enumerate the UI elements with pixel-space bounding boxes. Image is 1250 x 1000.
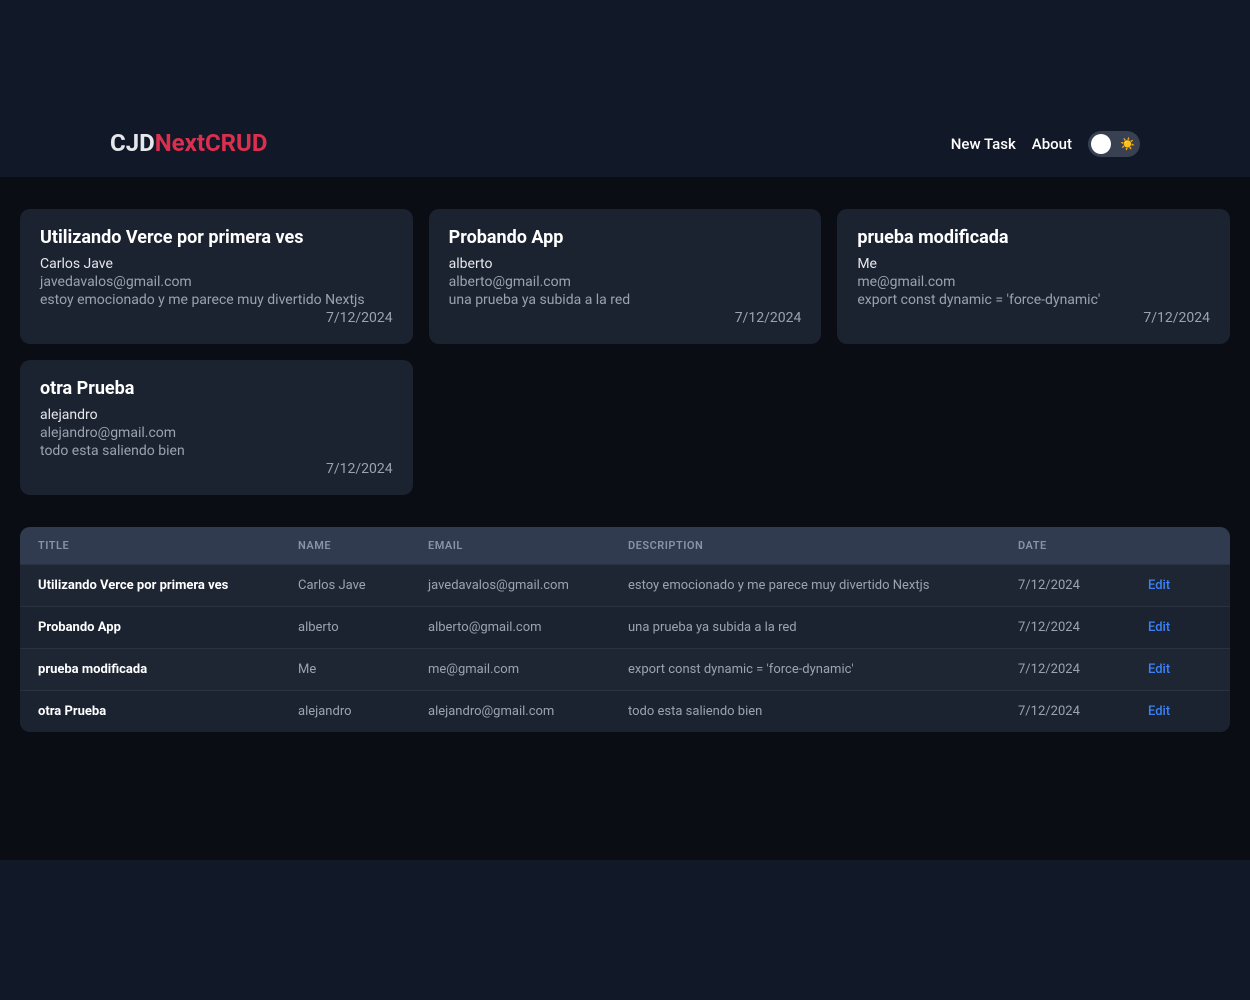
cell-email: javedavalos@gmail.com <box>428 578 628 593</box>
table-header: TITLE NAME EMAIL DESCRIPTION DATE <box>20 527 1230 564</box>
cell-date: 7/12/2024 <box>1018 662 1148 677</box>
card-date: 7/12/2024 <box>40 461 393 477</box>
sun-icon: ☀️ <box>1120 137 1135 151</box>
card-description: export const dynamic = 'force-dynamic' <box>857 292 1210 308</box>
logo-suffix: NextCRUD <box>155 129 268 157</box>
header: CJDNextCRUD New Task About ☀️ <box>0 0 1250 177</box>
cell-description: una prueba ya subida a la red <box>628 620 1018 635</box>
header-title: TITLE <box>38 539 298 552</box>
edit-link[interactable]: Edit <box>1148 704 1218 719</box>
card-email: alejandro@gmail.com <box>40 425 393 441</box>
cell-title: Probando App <box>38 620 298 635</box>
main-content: Utilizando Verce por primera ves Carlos … <box>0 177 1250 764</box>
task-card[interactable]: Utilizando Verce por primera ves Carlos … <box>20 209 413 344</box>
table-body: Utilizando Verce por primera ves Carlos … <box>20 564 1230 732</box>
cell-title: otra Prueba <box>38 704 298 719</box>
cards-grid: Utilizando Verce por primera ves Carlos … <box>20 209 1230 495</box>
table-row: Utilizando Verce por primera ves Carlos … <box>20 564 1230 606</box>
card-date: 7/12/2024 <box>40 310 393 326</box>
app-logo[interactable]: CJDNextCRUD <box>110 129 267 157</box>
tasks-table: TITLE NAME EMAIL DESCRIPTION DATE Utiliz… <box>20 527 1230 732</box>
card-title: otra Prueba <box>40 378 393 399</box>
footer <box>0 860 1250 1000</box>
cell-email: alberto@gmail.com <box>428 620 628 635</box>
cell-date: 7/12/2024 <box>1018 620 1148 635</box>
edit-link[interactable]: Edit <box>1148 578 1218 593</box>
card-date: 7/12/2024 <box>857 310 1210 326</box>
task-card[interactable]: Probando App alberto alberto@gmail.com u… <box>429 209 822 344</box>
card-description: estoy emocionado y me parece muy diverti… <box>40 292 393 308</box>
cell-description: export const dynamic = 'force-dynamic' <box>628 662 1018 677</box>
cell-description: estoy emocionado y me parece muy diverti… <box>628 578 1018 593</box>
table-row: prueba modificada Me me@gmail.com export… <box>20 648 1230 690</box>
card-email: javedavalos@gmail.com <box>40 274 393 290</box>
cell-email: me@gmail.com <box>428 662 628 677</box>
cell-email: alejandro@gmail.com <box>428 704 628 719</box>
card-date: 7/12/2024 <box>449 310 802 326</box>
header-actions <box>1148 539 1218 552</box>
cell-name: alejandro <box>298 704 428 719</box>
logo-prefix: CJD <box>110 129 155 157</box>
cell-description: todo esta saliendo bien <box>628 704 1018 719</box>
card-title: Probando App <box>449 227 802 248</box>
card-name: Carlos Jave <box>40 256 393 272</box>
task-card[interactable]: otra Prueba alejandro alejandro@gmail.co… <box>20 360 413 495</box>
new-task-link[interactable]: New Task <box>951 135 1016 153</box>
header-email: EMAIL <box>428 539 628 552</box>
theme-toggle[interactable]: ☀️ <box>1088 131 1140 157</box>
cell-name: Me <box>298 662 428 677</box>
cell-name: alberto <box>298 620 428 635</box>
header-description: DESCRIPTION <box>628 539 1018 552</box>
card-description: una prueba ya subida a la red <box>449 292 802 308</box>
toggle-knob <box>1091 134 1111 154</box>
nav-right: New Task About ☀️ <box>951 131 1140 157</box>
header-date: DATE <box>1018 539 1148 552</box>
table-row: otra Prueba alejandro alejandro@gmail.co… <box>20 690 1230 732</box>
card-description: todo esta saliendo bien <box>40 443 393 459</box>
card-title: prueba modificada <box>857 227 1210 248</box>
card-name: Me <box>857 256 1210 272</box>
header-name: NAME <box>298 539 428 552</box>
table-row: Probando App alberto alberto@gmail.com u… <box>20 606 1230 648</box>
cell-name: Carlos Jave <box>298 578 428 593</box>
cell-date: 7/12/2024 <box>1018 578 1148 593</box>
card-name: alberto <box>449 256 802 272</box>
card-name: alejandro <box>40 407 393 423</box>
card-email: me@gmail.com <box>857 274 1210 290</box>
edit-link[interactable]: Edit <box>1148 620 1218 635</box>
card-email: alberto@gmail.com <box>449 274 802 290</box>
card-title: Utilizando Verce por primera ves <box>40 227 393 248</box>
edit-link[interactable]: Edit <box>1148 662 1218 677</box>
cell-title: Utilizando Verce por primera ves <box>38 578 298 593</box>
cell-title: prueba modificada <box>38 662 298 677</box>
task-card[interactable]: prueba modificada Me me@gmail.com export… <box>837 209 1230 344</box>
about-link[interactable]: About <box>1032 135 1072 153</box>
cell-date: 7/12/2024 <box>1018 704 1148 719</box>
